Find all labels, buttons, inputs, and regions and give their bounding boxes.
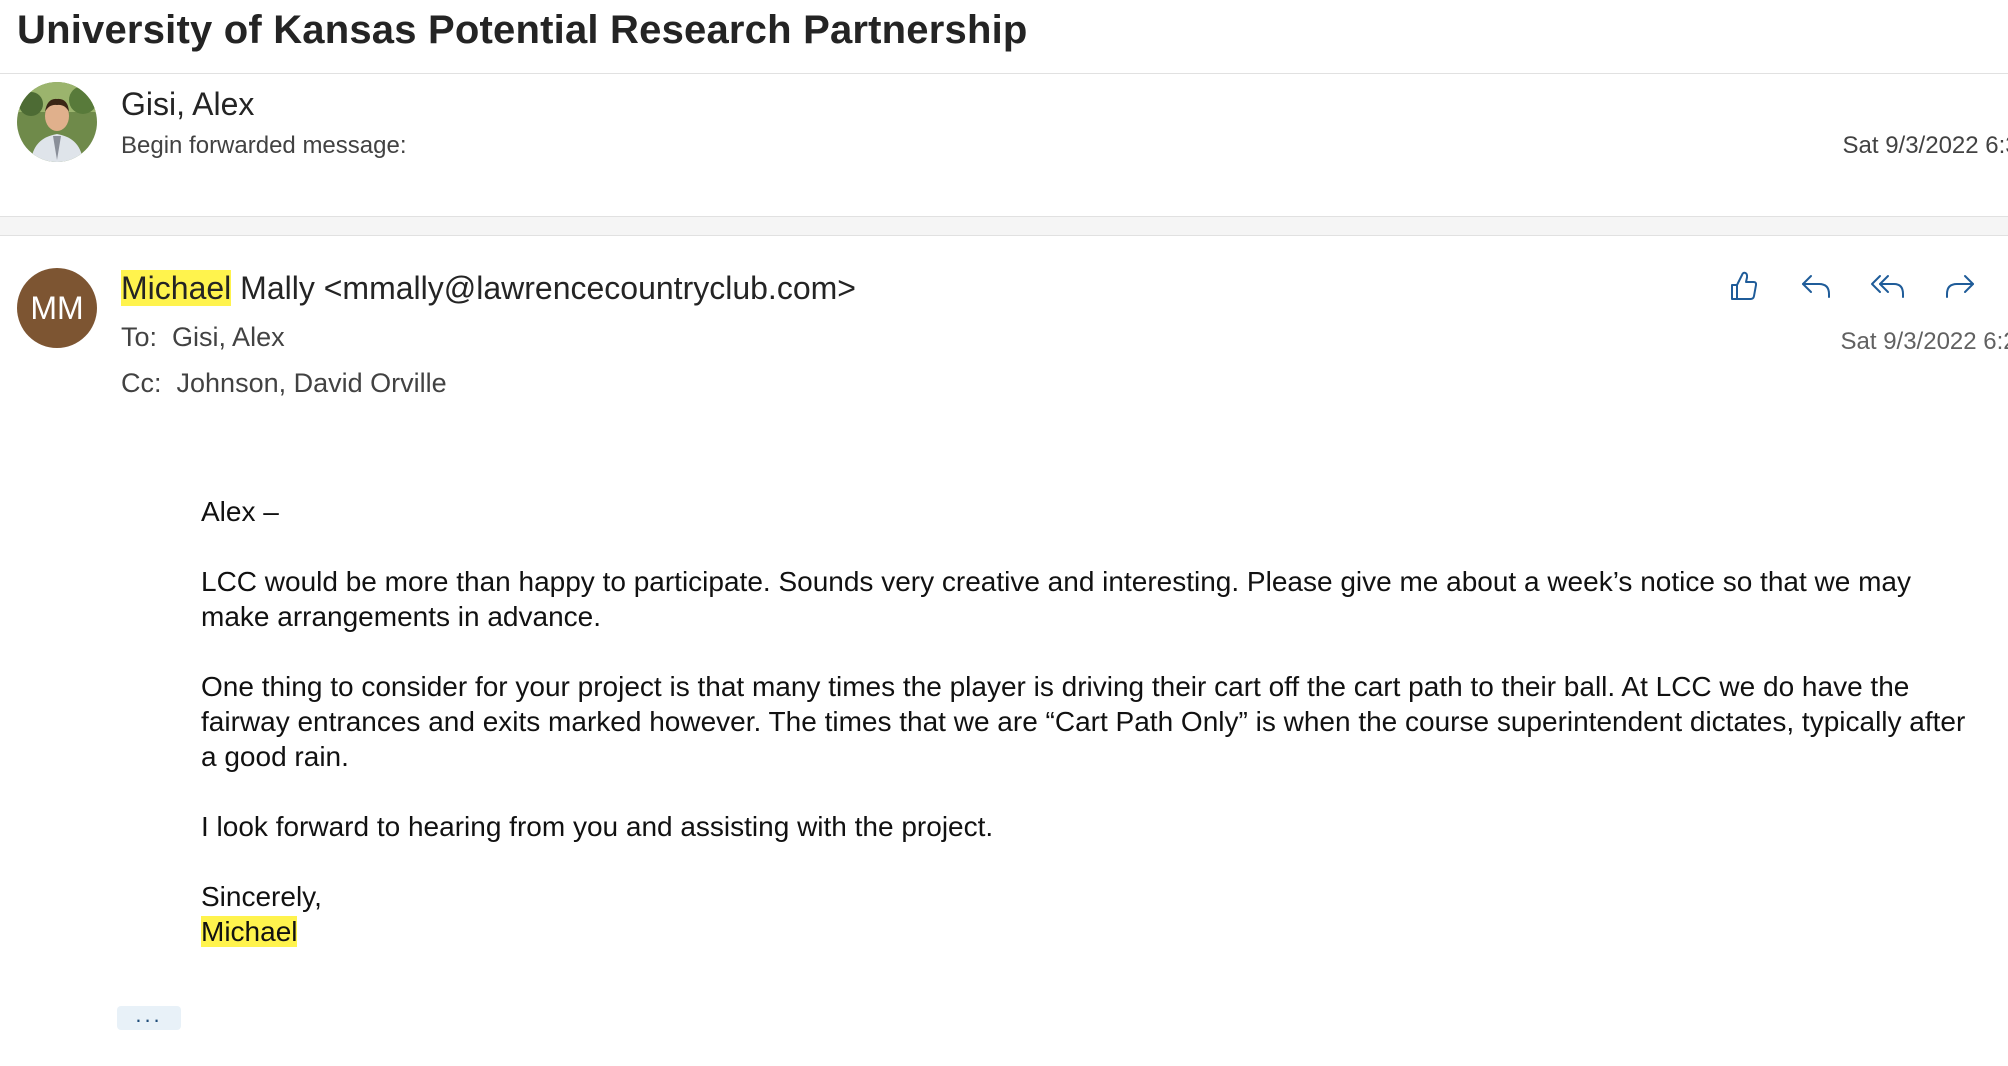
- subject-divider: [0, 73, 2008, 74]
- body-greeting: Alex –: [201, 496, 279, 527]
- reply-all-button[interactable]: [1870, 262, 1906, 310]
- to-line: To: Gisi, Alex: [121, 322, 285, 353]
- sender-avatar-initials[interactable]: MM: [17, 268, 97, 348]
- collapsed-sender-name[interactable]: Gisi, Alex: [121, 86, 254, 123]
- message-date: Sat 9/3/2022 6:22: [1840, 328, 2008, 355]
- sender-avatar-photo[interactable]: [17, 82, 97, 162]
- body-paragraph-2: One thing to consider for your project i…: [201, 671, 1966, 772]
- body-closing: Sincerely,: [201, 881, 322, 912]
- email-subject: University of Kansas Potential Research …: [17, 8, 1028, 52]
- show-more-button[interactable]: ...: [117, 1004, 181, 1030]
- sender-rest: Mally <mmally@lawrencecountryclub.com>: [231, 270, 856, 306]
- like-icon: [1731, 271, 1758, 300]
- reply-button[interactable]: [1798, 262, 1834, 310]
- cc-line: Cc: Johnson, David Orville: [121, 368, 447, 399]
- message-body: Alex – LCC would be more than happy to p…: [201, 494, 1971, 949]
- cc-label: Cc:: [121, 368, 162, 398]
- forward-button[interactable]: [1942, 262, 1978, 310]
- body-paragraph-1: LCC would be more than happy to particip…: [201, 566, 1911, 632]
- to-recipient[interactable]: Gisi, Alex: [172, 322, 285, 352]
- reply-all-icon: [1871, 275, 1904, 298]
- sender-first-name-highlight: Michael: [121, 270, 232, 306]
- collapsed-message-date: Sat 9/3/2022 6:31: [1842, 132, 2008, 159]
- forward-icon: [1946, 275, 1974, 298]
- sender-line[interactable]: Michael Mally <mmally@lawrencecountryclu…: [121, 270, 856, 307]
- reply-icon: [1802, 275, 1830, 298]
- message-actions: [1726, 262, 1978, 310]
- to-label: To:: [121, 322, 158, 352]
- cc-recipient[interactable]: Johnson, David Orville: [177, 368, 447, 398]
- like-button[interactable]: [1726, 262, 1762, 310]
- body-paragraph-3: I look forward to hearing from you and a…: [201, 811, 994, 842]
- message-separator: [0, 216, 2008, 236]
- collapsed-message-preview[interactable]: Begin forwarded message:: [121, 132, 407, 160]
- body-signature: Michael: [201, 916, 298, 947]
